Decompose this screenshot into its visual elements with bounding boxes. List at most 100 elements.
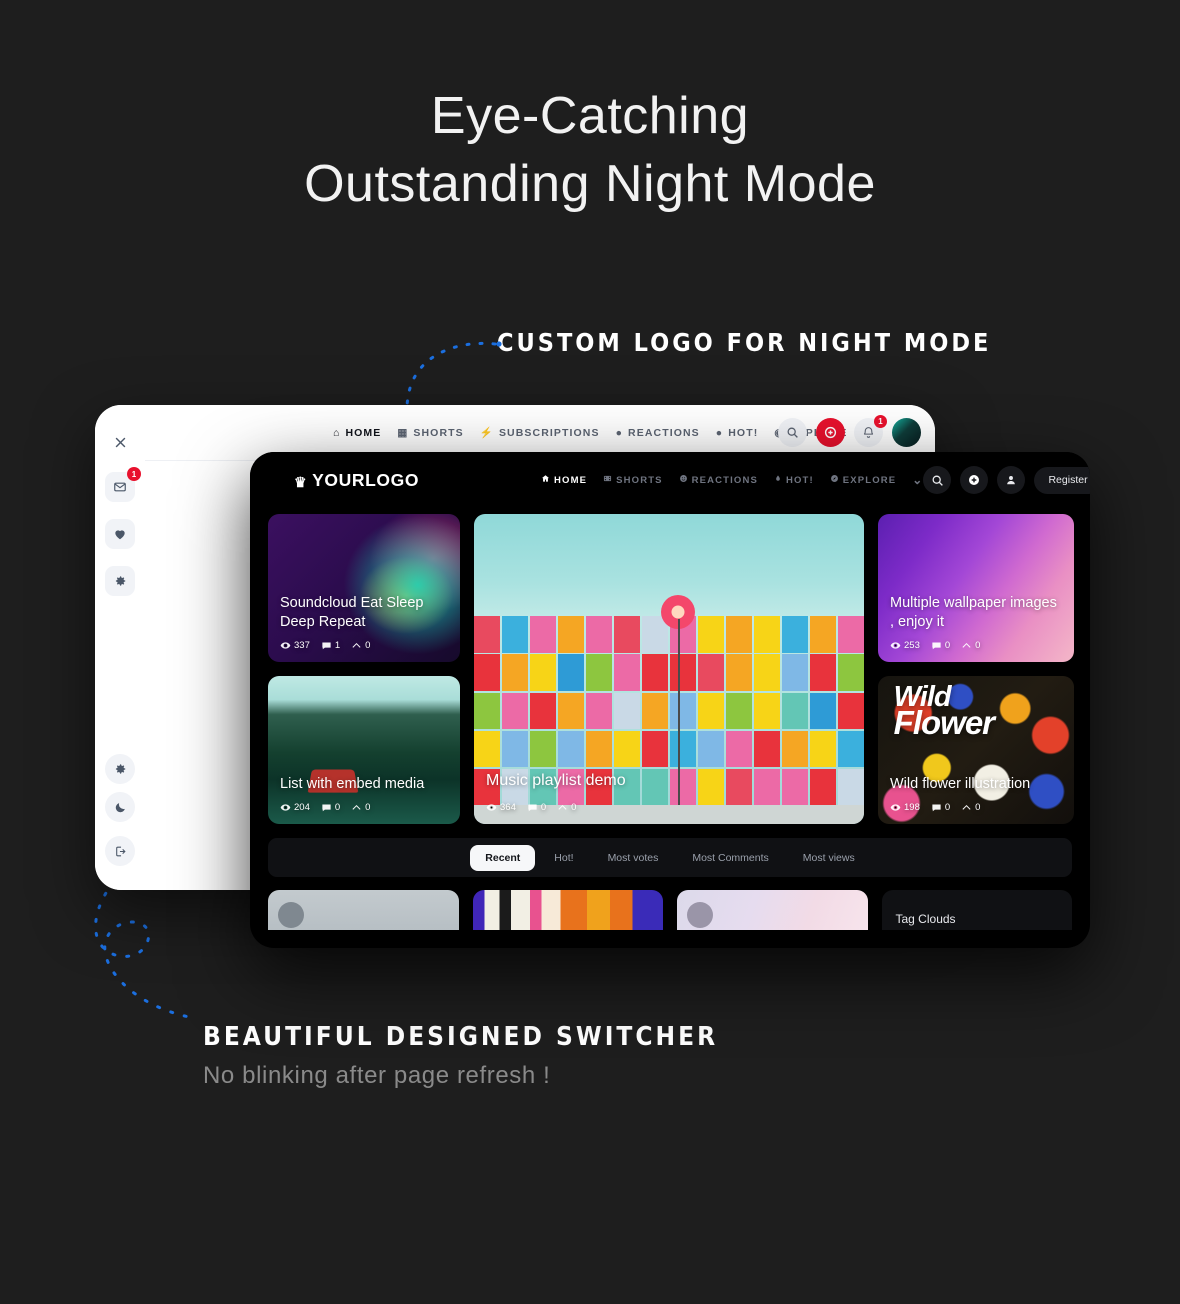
wall-tile	[501, 616, 529, 653]
register-button[interactable]: Register	[1034, 466, 1090, 494]
wall-tile	[557, 616, 585, 653]
film-icon	[603, 474, 612, 486]
filter-tab-recent[interactable]: Recent	[470, 844, 536, 871]
wall-tile	[585, 654, 613, 692]
light-nav-item-hot[interactable]: ● HOT!	[716, 427, 759, 439]
wall-tile	[474, 654, 501, 692]
site-logo[interactable]: ♛ YOURLOGO	[294, 470, 419, 491]
preview-card-tag-clouds[interactable]: Tag Clouds	[881, 890, 1072, 930]
card-title: Soundcloud Eat Sleep Deep Repeat	[280, 595, 424, 630]
filter-tab-most-comments[interactable]: Most Comments	[677, 845, 783, 871]
preview-card-1[interactable]	[268, 890, 459, 930]
wall-tile	[669, 730, 697, 768]
close-icon[interactable]	[105, 427, 135, 457]
filter-tab-most-views[interactable]: Most views	[788, 845, 870, 871]
overlay-line-2: Flower	[893, 703, 995, 741]
dark-nav-label: HOT!	[785, 474, 814, 486]
comments-stat: 1	[321, 640, 340, 651]
eye-icon	[280, 804, 291, 811]
plus-icon[interactable]	[816, 418, 845, 447]
heart-icon[interactable]	[105, 519, 135, 549]
comments-count: 0	[944, 640, 951, 651]
views-stat: 364	[486, 802, 516, 813]
page-root: Eye-Catching Outstanding Night Mode CUST…	[0, 0, 1180, 1304]
dark-nav-item-explore[interactable]: EXPLORE	[830, 474, 896, 486]
light-nav-label: SUBSCRIPTIONS	[498, 426, 600, 439]
next-row-preview: Tag Clouds	[268, 890, 1072, 930]
wall-tile	[753, 616, 781, 653]
filter-tab-hot[interactable]: Hot!	[539, 845, 588, 871]
views-count: 204	[294, 802, 310, 813]
votes-count: 0	[571, 802, 577, 813]
user-icon[interactable]	[997, 466, 1026, 494]
comments-stat: 0	[931, 640, 950, 651]
wall-tile	[474, 616, 501, 653]
dark-topbar: ♛ YOURLOGO HOME SHORTS REACTIONS HOT! EX…	[250, 452, 1090, 508]
wall-tile	[725, 730, 753, 768]
wall-tile	[557, 730, 585, 768]
views-stat: 198	[890, 802, 920, 813]
comments-count: 0	[334, 802, 341, 813]
light-nav-item-reactions[interactable]: ● REACTIONS	[616, 427, 700, 439]
light-nav-item-shorts[interactable]: ▦ SHORTS	[397, 427, 463, 439]
card-embed-media[interactable]: List with embed media 204 0 0	[268, 676, 460, 824]
plus-icon[interactable]	[960, 466, 989, 494]
light-nav-label: HOT!	[728, 426, 759, 439]
dark-nav-item-shorts[interactable]: SHORTS	[603, 474, 663, 486]
annotation-custom-logo: CUSTOM LOGO FOR NIGHT MODE	[497, 328, 992, 357]
card-wild-flower[interactable]: Wild Flower Wild flower illustration 198…	[878, 676, 1074, 824]
light-nav-item-home[interactable]: ⌂ HOME	[333, 427, 381, 439]
wall-tile	[697, 692, 725, 730]
search-icon[interactable]	[778, 418, 807, 447]
preview-card-2[interactable]	[472, 890, 663, 930]
wall-tile	[753, 692, 781, 730]
dark-nav-label: EXPLORE	[842, 474, 897, 486]
chevron-down-icon[interactable]: ⌄	[912, 473, 923, 487]
light-sidebar-bottom	[95, 754, 145, 874]
wall-tile	[697, 616, 725, 653]
dark-theme-window: ♛ YOURLOGO HOME SHORTS REACTIONS HOT! EX…	[250, 452, 1090, 948]
comments-count: 1	[334, 640, 341, 651]
comment-icon	[932, 804, 941, 812]
votes-stat: 0	[351, 640, 370, 651]
bell-icon[interactable]: 1	[854, 415, 887, 447]
card-soundcloud[interactable]: Soundcloud Eat Sleep Deep Repeat 337 1 0	[268, 514, 460, 662]
light-nav-item-subscriptions[interactable]: ⚡ SUBSCRIPTIONS	[480, 426, 600, 440]
moon-icon[interactable]	[105, 792, 135, 822]
settings-icon[interactable]	[105, 754, 135, 784]
dark-nav-item-home[interactable]: HOME	[541, 474, 587, 486]
dark-nav-item-hot[interactable]: HOT!	[774, 474, 814, 486]
film-icon: ▦	[397, 426, 409, 439]
search-icon[interactable]	[923, 466, 952, 494]
filter-tab-most-votes[interactable]: Most votes	[593, 845, 674, 871]
card-meta: 204 0 0	[280, 802, 370, 813]
wall-tile	[781, 692, 809, 730]
dark-nav: HOME SHORTS REACTIONS HOT! EXPLORE ⌄	[541, 473, 923, 487]
dark-nav-item-reactions[interactable]: REACTIONS	[679, 474, 758, 486]
preview-card-3[interactable]	[677, 890, 868, 930]
logout-icon[interactable]	[105, 836, 135, 866]
avatar[interactable]	[892, 418, 921, 447]
votes-count: 0	[975, 640, 981, 651]
comment-icon	[322, 642, 331, 650]
wall-tile	[557, 654, 585, 692]
compass-icon	[830, 474, 839, 486]
comment-icon	[322, 804, 331, 812]
wall-tile	[585, 616, 613, 653]
views-stat: 253	[890, 640, 920, 651]
wall-tile	[501, 692, 529, 730]
wall-tile	[781, 654, 809, 692]
comments-stat: 0	[321, 802, 340, 813]
wall-tile	[613, 692, 641, 730]
gear-icon[interactable]	[105, 566, 135, 596]
card-title: Multiple wallpaper images , enjoy it	[890, 595, 1057, 630]
site-logo-text: YOURLOGO	[312, 469, 420, 490]
card-wallpaper[interactable]: Multiple wallpaper images , enjoy it 253…	[878, 514, 1074, 662]
mail-icon[interactable]: 1	[105, 467, 141, 502]
wall-tile	[641, 654, 669, 692]
card-music-playlist[interactable]: Music playlist demo 364 0 0	[474, 514, 864, 824]
page-title: Eye-Catching Outstanding Night Mode	[0, 82, 1180, 218]
wall-tile	[529, 692, 557, 730]
card-meta: 364 0 0	[486, 802, 576, 813]
votes-stat: 0	[961, 802, 980, 813]
